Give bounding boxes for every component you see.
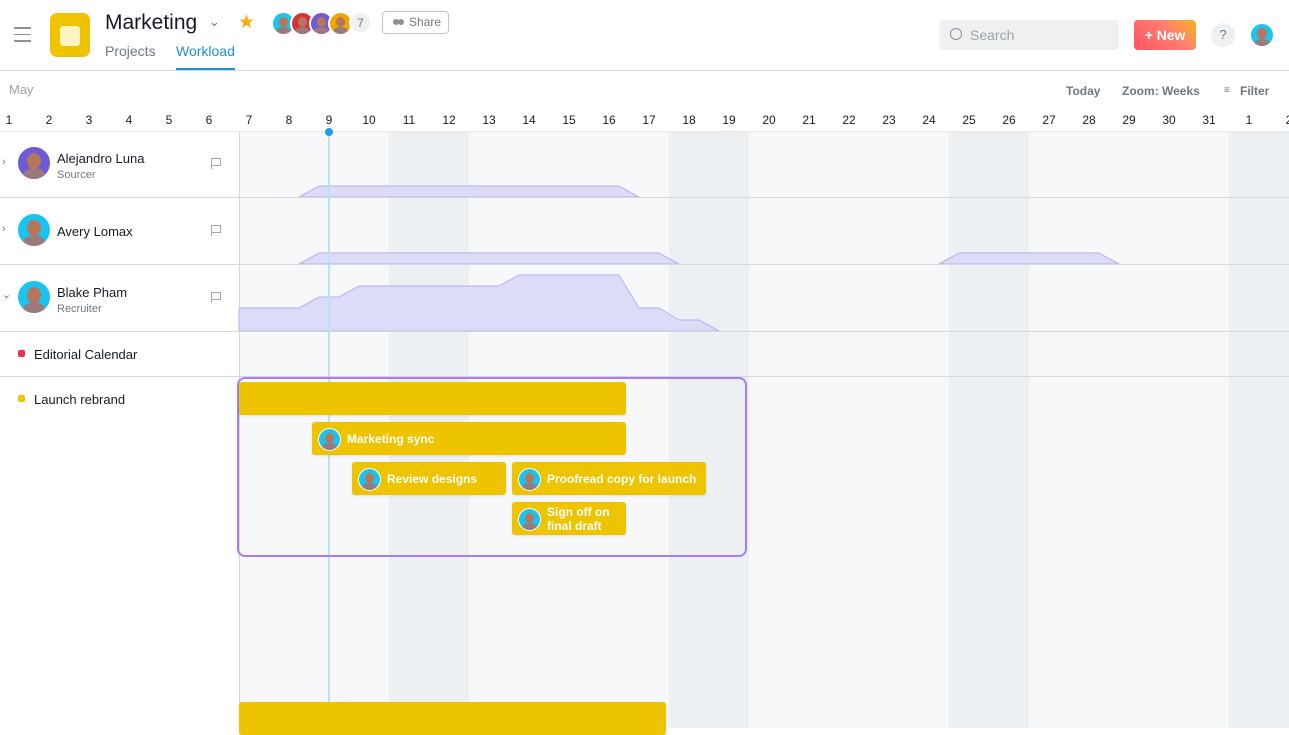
person-name: Blake Pham	[57, 285, 128, 300]
person-row[interactable]: › Alejandro Luna Sourcer	[0, 132, 239, 197]
divider	[0, 264, 1289, 265]
today-marker	[325, 128, 333, 136]
avatar	[16, 145, 52, 181]
workload-avery-2	[938, 252, 1120, 265]
flag-icon[interactable]	[211, 225, 221, 236]
workload-alejandro	[298, 185, 640, 198]
flag-icon[interactable]	[211, 158, 221, 169]
flag-icon[interactable]	[211, 292, 221, 303]
person-role: Recruiter	[57, 303, 102, 315]
task-bar[interactable]	[239, 702, 666, 735]
task-sign-off[interactable]: Sign off on final draft	[512, 502, 626, 535]
task-bar[interactable]	[239, 382, 626, 415]
chevron-right-icon[interactable]: ›	[2, 223, 6, 235]
person-name: Avery Lomax	[57, 224, 133, 239]
project-editorial-calendar[interactable]: Editorial Calendar	[34, 347, 137, 362]
chevron-right-icon[interactable]: ›	[2, 156, 6, 168]
workload-blake	[238, 274, 720, 332]
workload-chart	[238, 185, 1120, 332]
person-row[interactable]: ⌄ Blake Pham Recruiter	[0, 266, 239, 331]
task-proofread-copy[interactable]: Proofread copy for launch	[512, 462, 706, 495]
divider	[0, 197, 1289, 198]
person-row[interactable]: › Avery Lomax	[0, 199, 239, 264]
person-role: Sourcer	[57, 169, 96, 181]
assignee-avatar	[358, 468, 381, 491]
project-color-dot	[18, 395, 25, 402]
workload-avery	[298, 252, 680, 265]
avatar	[16, 279, 52, 315]
task-review-designs[interactable]: Review designs	[352, 462, 506, 495]
assignee-avatar	[518, 468, 541, 491]
assignee-avatar	[518, 508, 541, 531]
divider	[0, 331, 1289, 332]
project-launch-rebrand[interactable]: Launch rebrand	[34, 392, 125, 407]
assignee-avatar	[318, 428, 341, 451]
task-marketing-sync[interactable]: Marketing sync	[312, 422, 626, 455]
person-name: Alejandro Luna	[57, 151, 145, 166]
chevron-down-icon[interactable]: ⌄	[2, 288, 11, 301]
avatar	[16, 212, 52, 248]
project-color-dot	[18, 350, 25, 357]
